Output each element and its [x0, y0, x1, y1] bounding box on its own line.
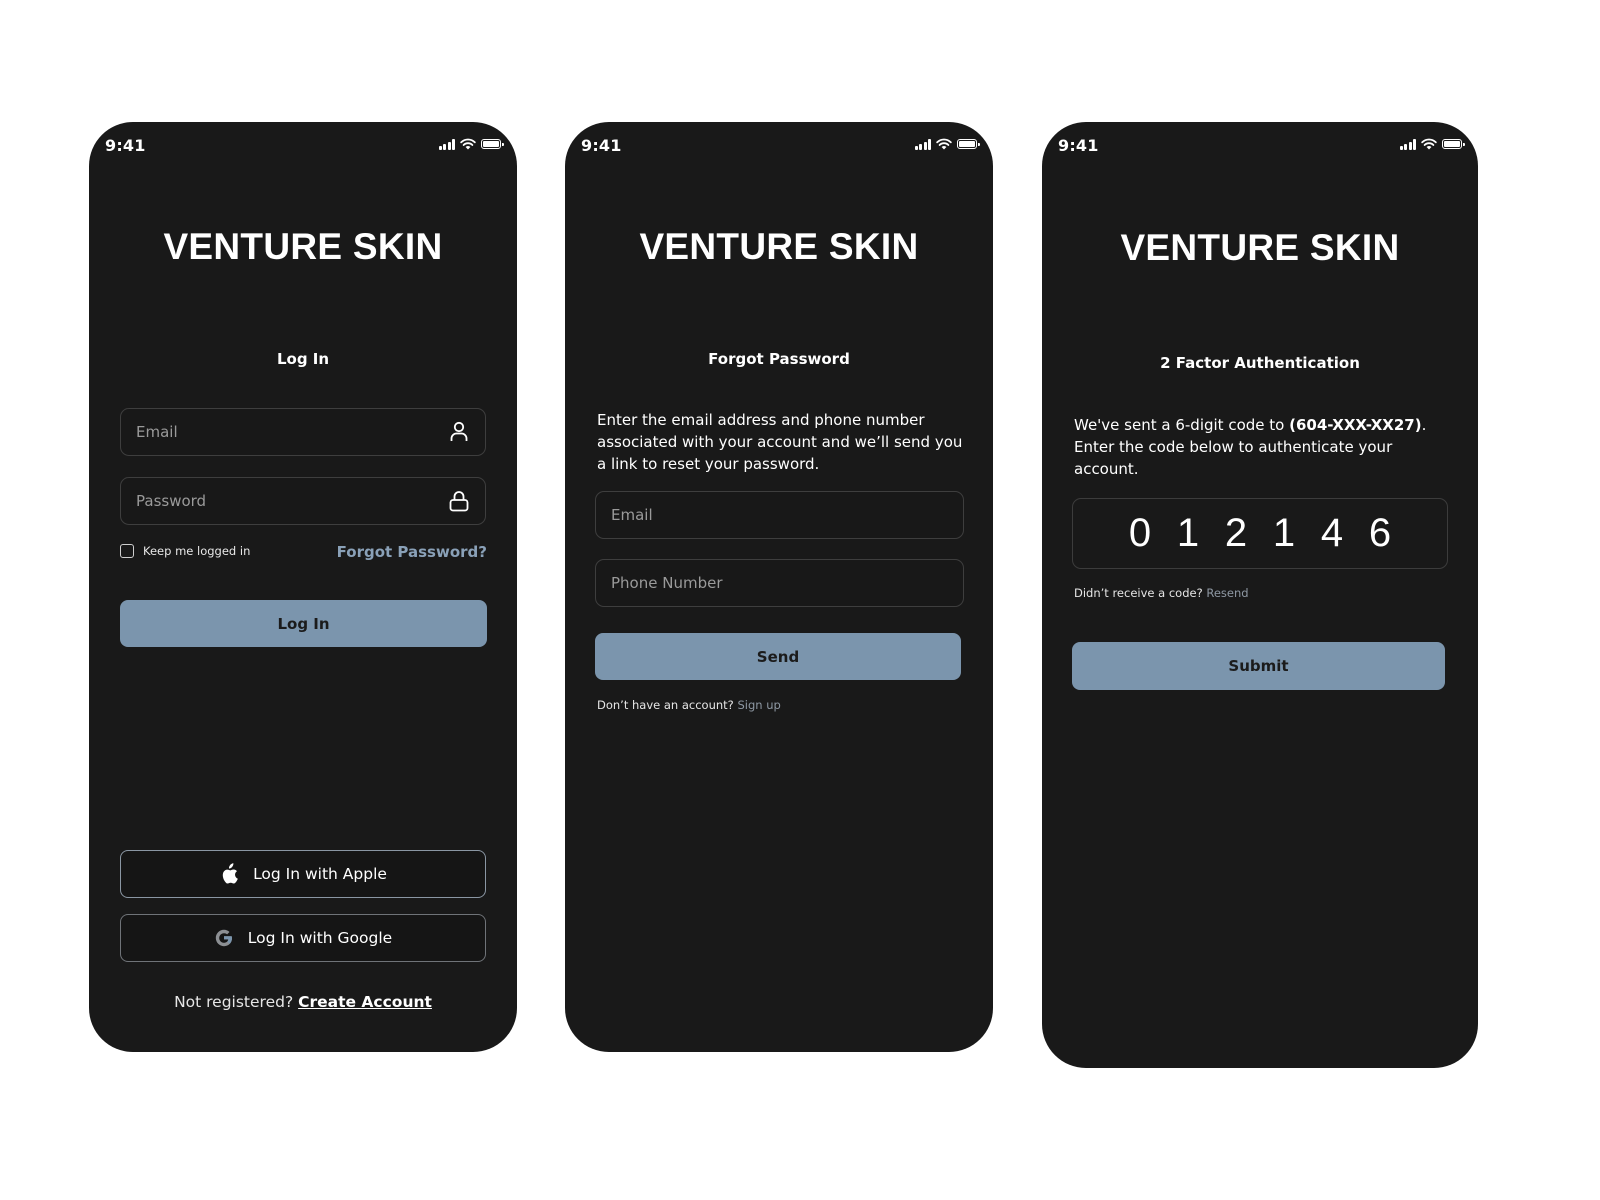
signup-prompt: Don’t have an account? Sign up [597, 698, 781, 712]
google-icon [215, 929, 232, 947]
two-factor-screen: 9:41 VENTURE SKIN 2 Factor Authenticatio… [1042, 122, 1478, 1068]
apple-button-label: Log In with Apple [253, 865, 387, 883]
forgot-description: Enter the email address and phone number… [597, 411, 963, 473]
wifi-icon [936, 138, 952, 150]
status-bar: 9:41 [89, 122, 517, 168]
wifi-icon [1421, 138, 1437, 150]
battery-icon [1442, 139, 1465, 149]
password-field[interactable] [120, 477, 486, 525]
cellular-signal-icon [914, 138, 931, 150]
forgot-password-screen: 9:41 VENTURE SKIN Forgot Password Enter … [565, 122, 993, 1052]
code-digit: 0 [1128, 511, 1152, 555]
no-account-text: Don’t have an account? [597, 698, 734, 712]
phone-number-field[interactable] [595, 559, 964, 607]
signup-prompt: Not registered? Create Account [89, 993, 517, 1011]
submit-button[interactable]: Submit [1072, 642, 1445, 690]
email-field[interactable] [595, 491, 964, 539]
didnt-receive-text: Didn’t receive a code? [1074, 586, 1203, 600]
not-registered-text: Not registered? [174, 993, 294, 1011]
apple-icon [222, 863, 238, 884]
battery-icon [957, 139, 980, 149]
code-digit: 6 [1368, 511, 1392, 555]
login-with-google-button[interactable]: Log In with Google [120, 914, 486, 962]
code-digit: 1 [1272, 511, 1296, 555]
login-screen: 9:41 VENTURE SKIN Log In Keep me logged … [89, 122, 517, 1052]
battery-icon [481, 139, 504, 149]
lock-icon [449, 491, 469, 512]
code-digit: 4 [1320, 511, 1344, 555]
status-time: 9:41 [105, 136, 146, 155]
password-input[interactable] [121, 478, 485, 524]
status-icons [1399, 138, 1465, 150]
email-input[interactable] [596, 492, 963, 538]
keep-logged-in-row: Keep me logged in [120, 544, 250, 558]
resend-prompt: Didn’t receive a code? Resend [1074, 586, 1249, 600]
send-button[interactable]: Send [595, 633, 961, 680]
email-input[interactable] [121, 409, 485, 455]
screen-title: Forgot Password [708, 350, 850, 368]
login-with-apple-button[interactable]: Log In with Apple [120, 850, 486, 898]
cellular-signal-icon [1399, 138, 1416, 150]
email-field[interactable] [120, 408, 486, 456]
keep-logged-in-checkbox[interactable] [120, 544, 134, 558]
status-time: 9:41 [1058, 136, 1099, 155]
screen-title: Log In [276, 350, 330, 368]
description-prefix: We've sent a 6-digit code to [1074, 416, 1290, 434]
cellular-signal-icon [438, 138, 455, 150]
sign-up-link[interactable]: Sign up [737, 698, 780, 712]
status-bar: 9:41 [565, 122, 993, 168]
code-digit: 2 [1224, 511, 1248, 555]
twofa-description: We've sent a 6-digit code to (604-XXX-XX… [1074, 414, 1444, 480]
login-button[interactable]: Log In [120, 600, 487, 647]
masked-phone-number: (604-XXX-XX27) [1289, 416, 1422, 434]
keep-logged-in-label: Keep me logged in [143, 544, 251, 558]
status-icons [438, 138, 504, 150]
create-account-link[interactable]: Create Account [298, 993, 432, 1011]
brand-title: VENTURE SKIN [639, 226, 919, 267]
status-bar: 9:41 [1042, 122, 1478, 168]
status-time: 9:41 [581, 136, 622, 155]
code-digit: 1 [1176, 511, 1200, 555]
verification-code-input[interactable]: 0 1 2 1 4 6 [1072, 498, 1448, 569]
phone-number-input[interactable] [596, 560, 963, 606]
google-button-label: Log In with Google [247, 929, 393, 947]
resend-link[interactable]: Resend [1206, 586, 1248, 600]
forgot-password-link[interactable]: Forgot Password? [337, 543, 487, 561]
user-icon [450, 421, 468, 441]
brand-title: VENTURE SKIN [1120, 227, 1400, 268]
brand-title: VENTURE SKIN [163, 226, 443, 267]
wifi-icon [460, 138, 476, 150]
screen-title: 2 Factor Authentication [1160, 354, 1360, 372]
status-icons [914, 138, 980, 150]
